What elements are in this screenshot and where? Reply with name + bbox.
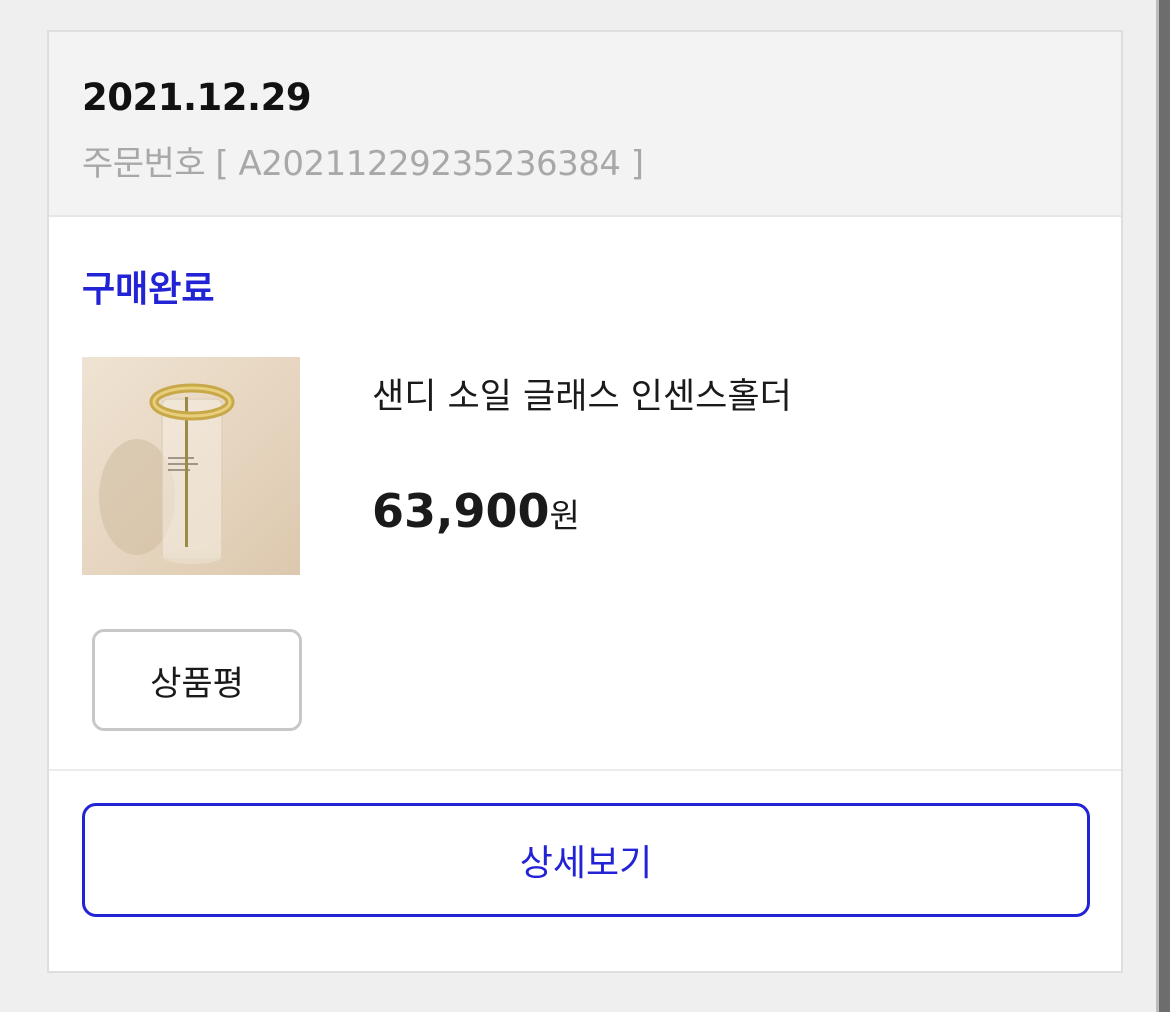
product-price: 63,900원 <box>372 484 580 538</box>
order-number: 주문번호 [ A20211229235236384 ] <box>82 144 644 184</box>
price-unit: 원 <box>549 496 580 535</box>
incense-holder-photo-icon <box>99 383 235 564</box>
order-history-viewport: 2021.12.29 주문번호 [ A20211229235236384 ] 구… <box>0 0 1170 1012</box>
order-card: 2021.12.29 주문번호 [ A20211229235236384 ] 구… <box>47 30 1123 973</box>
view-details-button[interactable]: 상세보기 <box>82 803 1090 917</box>
order-date: 2021.12.29 <box>82 76 312 119</box>
product-name[interactable]: 샌디 소일 글래스 인센스홀더 <box>372 368 792 419</box>
order-header: 2021.12.29 주문번호 [ A20211229235236384 ] <box>49 32 1121 217</box>
product-thumbnail[interactable] <box>82 357 300 575</box>
divider <box>49 769 1121 771</box>
price-amount: 63,900 <box>372 484 550 538</box>
scrollbar[interactable] <box>1156 0 1170 1012</box>
review-button[interactable]: 상품평 <box>92 629 302 731</box>
order-status: 구매완료 <box>82 269 215 310</box>
